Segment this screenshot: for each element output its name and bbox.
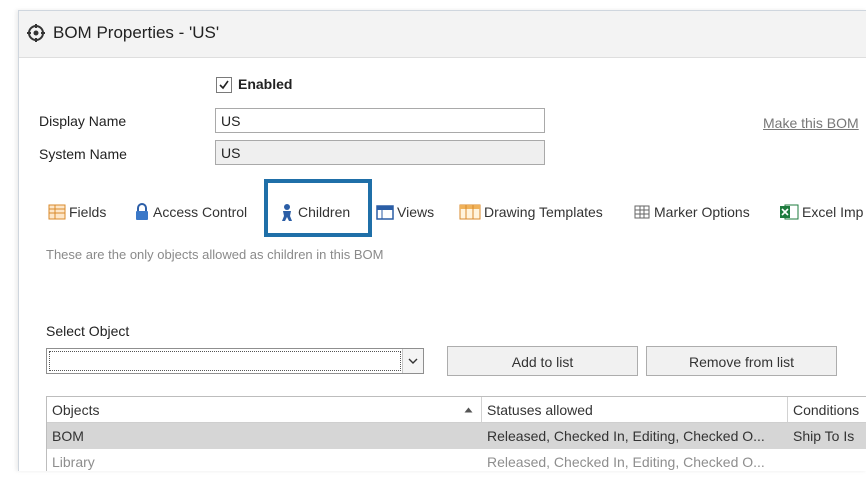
tab-marker-options[interactable]: Marker Options: [633, 201, 750, 223]
tab-marker-options-label: Marker Options: [654, 204, 750, 220]
table-row[interactable]: BOM Released, Checked In, Editing, Check…: [47, 423, 866, 449]
table-template-icon: [459, 204, 481, 220]
children-tab-highlight: [264, 179, 372, 237]
tab-fields-label: Fields: [69, 204, 107, 220]
row-conditions: [788, 449, 866, 471]
fields-grid-icon: [48, 204, 66, 220]
tab-views-label: Views: [397, 204, 435, 220]
select-object-value: [49, 351, 401, 371]
column-header-statuses[interactable]: Statuses allowed: [482, 397, 788, 423]
chevron-down-icon: [408, 358, 418, 364]
row-object: Library: [52, 454, 95, 470]
row-object: BOM: [52, 428, 84, 444]
system-name-field: US: [215, 140, 545, 165]
children-hint-text: These are the only objects allowed as ch…: [46, 247, 384, 262]
system-name-label: System Name: [39, 146, 127, 162]
table-row[interactable]: Library Released, Checked In, Editing, C…: [47, 449, 866, 471]
select-object-combo[interactable]: [46, 348, 424, 374]
row-conditions: Ship To Is: [793, 428, 855, 444]
column-header-objects[interactable]: Objects: [47, 397, 482, 423]
tab-fields[interactable]: Fields: [48, 201, 106, 223]
add-to-list-button[interactable]: Add to list: [447, 346, 638, 376]
bom-properties-window: BOM Properties - 'US' Enabled Display Na…: [18, 10, 866, 471]
enabled-label: Enabled: [238, 76, 293, 92]
checkmark-icon: [219, 80, 229, 90]
make-default-link[interactable]: Make this BOM: [763, 115, 859, 131]
tab-views[interactable]: Views: [376, 201, 434, 223]
window-icon: [376, 205, 394, 220]
row-statuses: Released, Checked In, Editing, Checked O…: [487, 454, 765, 470]
marker-grid-icon: [634, 205, 650, 219]
row-statuses: Released, Checked In, Editing, Checked O…: [487, 428, 765, 444]
title-bar: BOM Properties - 'US': [19, 11, 866, 58]
tab-drawing-templates-label: Drawing Templates: [484, 204, 603, 220]
excel-icon: [780, 204, 799, 220]
tab-access-control-label: Access Control: [153, 204, 248, 220]
lock-icon: [136, 203, 148, 220]
sort-ascending-icon: [464, 407, 473, 413]
tab-excel-import[interactable]: Excel Imp: [779, 201, 863, 223]
combo-dropdown-button[interactable]: [402, 349, 423, 373]
children-grid: Objects Statuses allowed Conditions BOM …: [46, 396, 866, 471]
display-name-label: Display Name: [39, 113, 127, 129]
column-header-objects-label: Objects: [52, 402, 100, 418]
column-header-conditions[interactable]: Conditions: [788, 397, 866, 423]
tab-excel-import-label: Excel Imp: [802, 204, 864, 220]
tab-access-control[interactable]: Access Control: [134, 201, 247, 223]
tab-drawing-templates[interactable]: Drawing Templates: [459, 201, 603, 223]
enabled-checkbox[interactable]: [216, 77, 232, 93]
remove-from-list-button[interactable]: Remove from list: [646, 346, 837, 376]
bom-app-icon: [27, 24, 45, 42]
select-object-label: Select Object: [46, 323, 130, 339]
display-name-field[interactable]: US: [215, 108, 545, 133]
window-title: BOM Properties - 'US': [53, 23, 220, 42]
